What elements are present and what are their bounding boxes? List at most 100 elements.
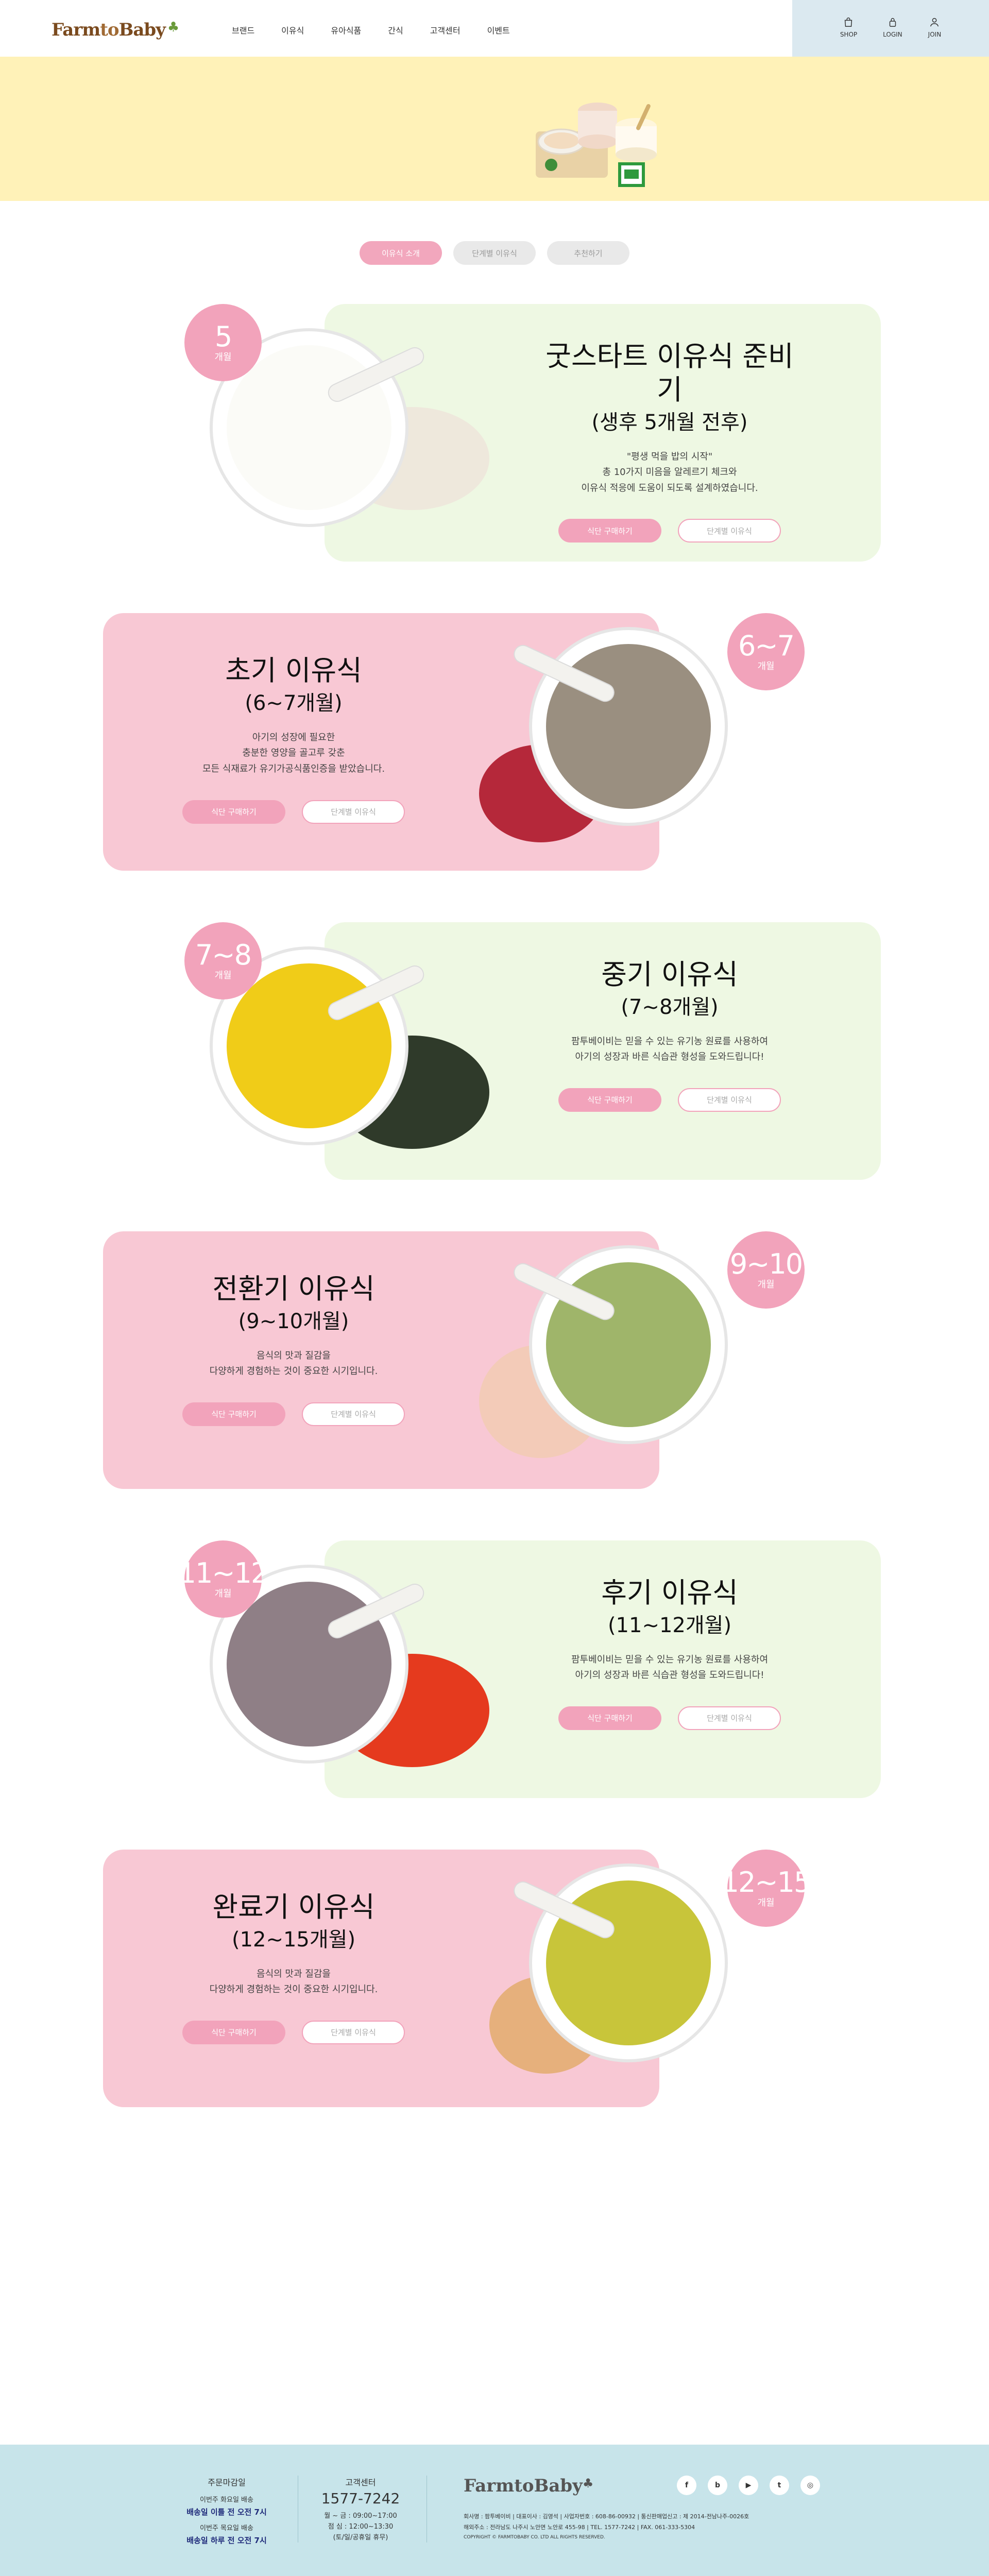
- header: FarmtoBaby ♣ 브랜드 이유식 유아식품 간식 고객센터 이벤트 SHO…: [0, 0, 989, 57]
- youtube-icon[interactable]: ▶: [739, 2476, 758, 2495]
- stage-description: "평생 먹을 밥의 시작" 총 10가지 미음을 알레르기 체크와 이유식 적응…: [581, 451, 758, 494]
- stage-section-6-7m: 6~7 개월 초기 이유식 (6~7개월) 아기의 성장에 필요한 충분한 영양…: [0, 613, 989, 871]
- hero-banner: [0, 57, 989, 201]
- tab-recommend[interactable]: 추천하기: [547, 241, 629, 265]
- footer-logo-to: to: [514, 2476, 534, 2496]
- age-badge: 6~7 개월: [727, 613, 805, 690]
- age-badge-number: 9~10: [729, 1248, 803, 1280]
- nav-item-brand[interactable]: 브랜드: [232, 24, 254, 36]
- stage-section-11-12m: 11~12 개월 후기 이유식 (11~12개월) 팜투베이비는 믿을 수 있는…: [0, 1540, 989, 1798]
- stage-title: 완료기 이유식: [212, 1891, 375, 1923]
- join-link[interactable]: JOIN: [928, 16, 942, 57]
- bowl-image: [479, 1245, 728, 1458]
- util-menu: SHOP LOGIN JOIN: [792, 0, 989, 57]
- stage-title: 중기 이유식: [601, 958, 738, 991]
- stage-description: 아기의 성장에 필요한 충분한 영양을 골고루 갖춘 모든 식재료가 유기가공식…: [202, 732, 385, 774]
- login-link[interactable]: LOGIN: [883, 16, 902, 57]
- logo[interactable]: FarmtoBaby ♣: [52, 20, 179, 40]
- facebook-icon[interactable]: f: [677, 2476, 696, 2495]
- stage-section-12-15m: 12~15 개월 완료기 이유식 (12~15개월) 음식의 맛과 질감을 다양…: [0, 1850, 989, 2107]
- nav-item-event[interactable]: 이벤트: [487, 24, 510, 36]
- buy-menu-button[interactable]: 식단 구매하기: [558, 519, 661, 543]
- user-plus-icon: [930, 18, 939, 27]
- customer-center-phone[interactable]: 1577-7242: [309, 2490, 412, 2507]
- age-badge-unit: 개월: [214, 352, 232, 363]
- shop-label: SHOP: [840, 31, 858, 38]
- nav-item-kids-food[interactable]: 유아식품: [331, 24, 361, 36]
- age-badge-unit: 개월: [214, 1588, 232, 1599]
- nav-item-babyfood[interactable]: 이유식: [281, 24, 304, 36]
- stage-title: 굿스타트 이유식 준비기: [545, 340, 794, 406]
- age-badge-unit: 개월: [757, 1279, 775, 1290]
- customer-center-title: 고객센터: [345, 2478, 376, 2487]
- age-badge-number: 12~15: [721, 1866, 812, 1899]
- cs-hours-2: 점 심 : 12:00~13:30: [328, 2522, 394, 2531]
- instagram-icon[interactable]: ◎: [800, 2476, 820, 2495]
- join-label: JOIN: [928, 31, 942, 38]
- company-info-line-2: 해외주소 : 전라남도 나주시 노안면 노안로 455-98 | TEL. 15…: [464, 2523, 695, 2531]
- stage-description: 팜투베이비는 믿을 수 있는 유기농 원료를 사용하여 아기의 성장과 바른 식…: [571, 1654, 769, 1681]
- stage-text: 중기 이유식 (7~8개월) 팜투베이비는 믿을 수 있는 유기농 원료를 사용…: [536, 958, 804, 1112]
- login-label: LOGIN: [883, 31, 902, 38]
- stage-title: 전환기 이유식: [212, 1273, 375, 1305]
- age-badge-number: 7~8: [195, 939, 252, 971]
- stage-subtitle: (9~10개월): [238, 1309, 349, 1333]
- stage-image: [474, 1231, 762, 1489]
- buy-menu-button[interactable]: 식단 구매하기: [182, 1402, 285, 1426]
- sprout-icon: ♣: [582, 2476, 594, 2490]
- stage-image: [474, 1850, 762, 2107]
- age-badge: 5 개월: [184, 304, 262, 381]
- stage-buttons: 식단 구매하기 단계별 이유식: [160, 800, 428, 824]
- section-tabs: 이유식 소개 단계별 이유식 추천하기: [0, 241, 989, 265]
- age-badge-unit: 개월: [757, 661, 775, 672]
- age-badge-unit: 개월: [214, 970, 232, 981]
- age-badge-unit: 개월: [757, 1897, 775, 1908]
- twitter-icon[interactable]: t: [770, 2476, 789, 2495]
- age-badge-number: 6~7: [738, 630, 795, 662]
- bowl-image: [479, 627, 728, 842]
- tab-stage[interactable]: 단계별 이유식: [453, 241, 536, 265]
- stage-section-5m: 5 개월 굿스타트 이유식 준비기 (생후 5개월 전후) "평생 먹을 밥의 …: [0, 304, 989, 562]
- stage-babyfood-button[interactable]: 단계별 이유식: [678, 1706, 781, 1730]
- stage-babyfood-button[interactable]: 단계별 이유식: [302, 2020, 405, 2044]
- footer-logo-baby: Baby: [534, 2476, 583, 2496]
- buy-menu-button[interactable]: 식단 구매하기: [182, 800, 285, 824]
- stage-text: 후기 이유식 (11~12개월) 팜투베이비는 믿을 수 있는 유기농 원료를 …: [536, 1577, 804, 1730]
- footer-logo[interactable]: FarmtoBaby♣: [464, 2476, 593, 2496]
- stage-subtitle: (생후 5개월 전후): [591, 410, 748, 434]
- stage-image: [474, 613, 762, 871]
- company-info-line-1: 회사명 : 팜투베이비 | 대표이사 : 김영석 | 사업자번호 : 608-8…: [464, 2513, 749, 2520]
- copyright: COPYRIGHT © FARMTOBABY CO. LTD ALL RIGHT…: [464, 2534, 605, 2540]
- stage-babyfood-button[interactable]: 단계별 이유식: [302, 1402, 405, 1426]
- shopping-bag-icon: [845, 18, 852, 27]
- stage-buttons: 식단 구매하기 단계별 이유식: [536, 1088, 804, 1112]
- lock-icon: [889, 18, 896, 27]
- stage-subtitle: (12~15개월): [231, 1927, 356, 1952]
- stage-babyfood-button[interactable]: 단계별 이유식: [302, 800, 405, 824]
- stage-babyfood-button[interactable]: 단계별 이유식: [678, 519, 781, 543]
- nav-item-snack[interactable]: 간식: [388, 24, 403, 36]
- order-deadline-1: 배송일 이틀 전 오전 7시: [186, 2507, 267, 2517]
- sns-links: f b ▶ t ◎: [677, 2476, 820, 2495]
- buy-menu-button[interactable]: 식단 구매하기: [558, 1088, 661, 1112]
- order-deadline: 주문마감일 이번주 화요일 배송 배송일 이틀 전 오전 7시 이번주 목요일 …: [170, 2476, 283, 2547]
- sprout-icon: ♣: [167, 20, 179, 35]
- nav-item-customer-center[interactable]: 고객센터: [430, 24, 461, 36]
- stage-buttons: 식단 구매하기 단계별 이유식: [536, 519, 804, 543]
- shop-link[interactable]: SHOP: [840, 16, 857, 57]
- stage-babyfood-button[interactable]: 단계별 이유식: [678, 1088, 781, 1112]
- stage-description: 음식의 맛과 질감을 다양하게 경험하는 것이 중요한 시기입니다.: [209, 1968, 378, 1995]
- banner-product-image: [536, 103, 657, 187]
- buy-menu-button[interactable]: 식단 구매하기: [182, 2020, 285, 2044]
- blog-icon[interactable]: b: [708, 2476, 727, 2495]
- order-deadline-2: 배송일 하루 전 오전 7시: [186, 2535, 267, 2545]
- bowl-image: [489, 1863, 728, 2074]
- order-line-1: 이번주 화요일 배송: [200, 2496, 253, 2504]
- stage-section-7-8m: 7~8 개월 중기 이유식 (7~8개월) 팜투베이비는 믿을 수 있는 유기농…: [0, 922, 989, 1180]
- stage-buttons: 식단 구매하기 단계별 이유식: [536, 1706, 804, 1730]
- customer-center: 고객센터 1577-7242 월 ~ 금 : 09:00~17:00 점 심 :…: [309, 2476, 412, 2543]
- age-badge: 7~8 개월: [184, 922, 262, 999]
- tab-intro[interactable]: 이유식 소개: [360, 241, 442, 265]
- logo-farm: Farm: [52, 20, 100, 40]
- buy-menu-button[interactable]: 식단 구매하기: [558, 1706, 661, 1730]
